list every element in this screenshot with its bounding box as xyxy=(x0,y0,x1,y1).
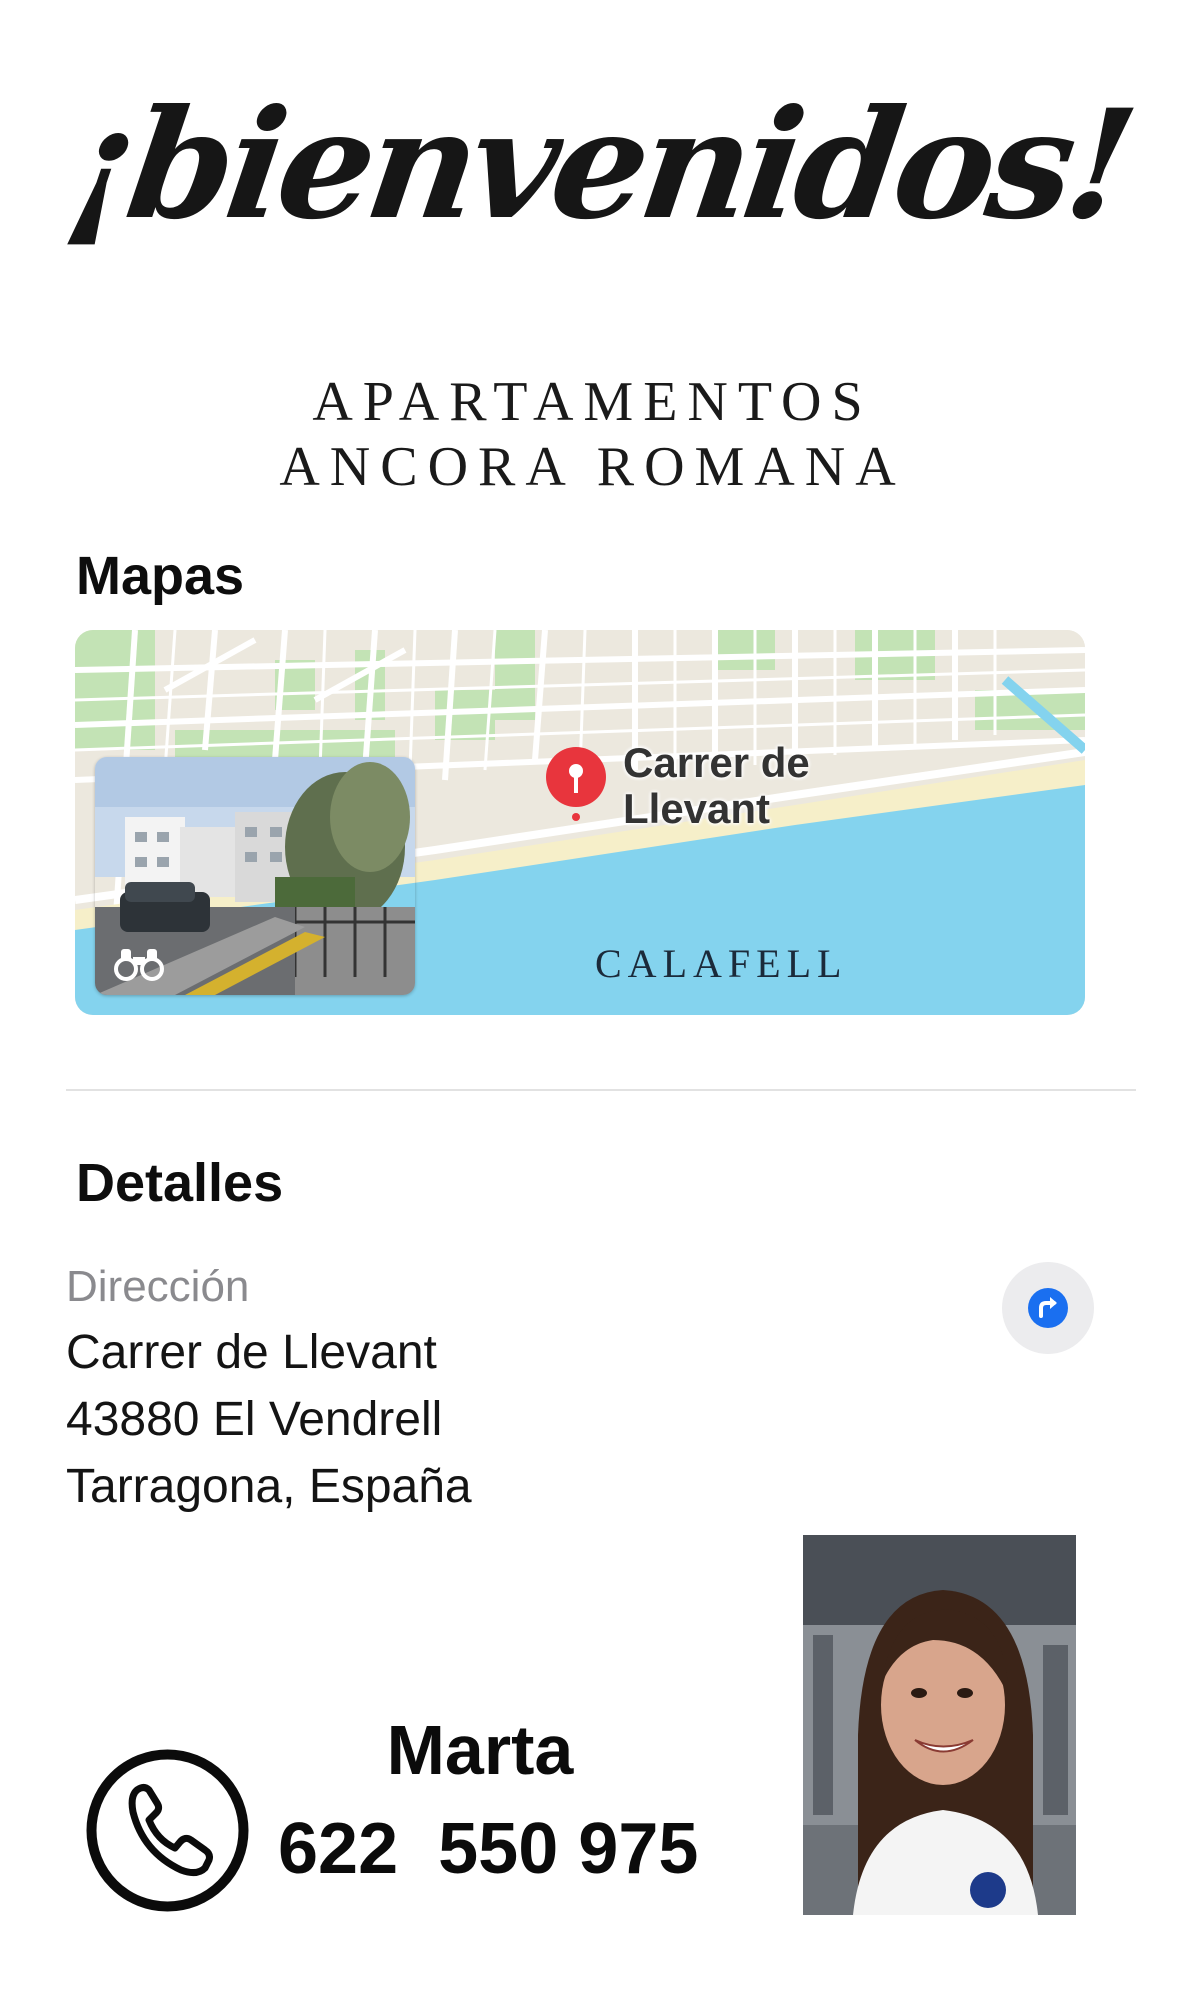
section-divider xyxy=(66,1089,1136,1091)
look-around-thumbnail[interactable] xyxy=(95,757,415,995)
address-label: Dirección xyxy=(66,1262,250,1311)
maps-section-title: Mapas xyxy=(76,546,245,606)
address-postal-city[interactable]: 43880 El Vendrell xyxy=(66,1392,442,1447)
address-region-country[interactable]: Tarragona, España xyxy=(66,1459,472,1514)
apartment-name-line1: APARTAMENTOS xyxy=(312,371,873,433)
directions-button[interactable] xyxy=(1002,1262,1094,1354)
address-street[interactable]: Carrer de Llevant xyxy=(66,1325,437,1380)
apartment-name-line2: ANCORA ROMANA xyxy=(279,436,906,498)
map-pin-label: Carrer de Llevant xyxy=(623,740,810,832)
contact-photo xyxy=(803,1535,1076,1915)
map-pin-icon[interactable] xyxy=(541,745,611,825)
welcome-heading: ¡bienvenidos! xyxy=(57,77,1141,253)
contact-phone-number[interactable]: 622 550 975 xyxy=(278,1808,698,1890)
pin-label-line2: Llevant xyxy=(623,785,771,832)
pin-label-line1: Carrer de xyxy=(623,739,810,786)
phone-handset-icon[interactable] xyxy=(85,1748,250,1913)
binoculars-icon xyxy=(113,947,165,981)
contact-name: Marta xyxy=(386,1711,574,1789)
city-label: CALAFELL xyxy=(595,941,848,986)
directions-arrow-icon xyxy=(1028,1288,1068,1328)
details-section-title: Detalles xyxy=(76,1153,284,1213)
map-preview[interactable]: Carrer de Llevant CALAFELL xyxy=(75,630,1085,1015)
